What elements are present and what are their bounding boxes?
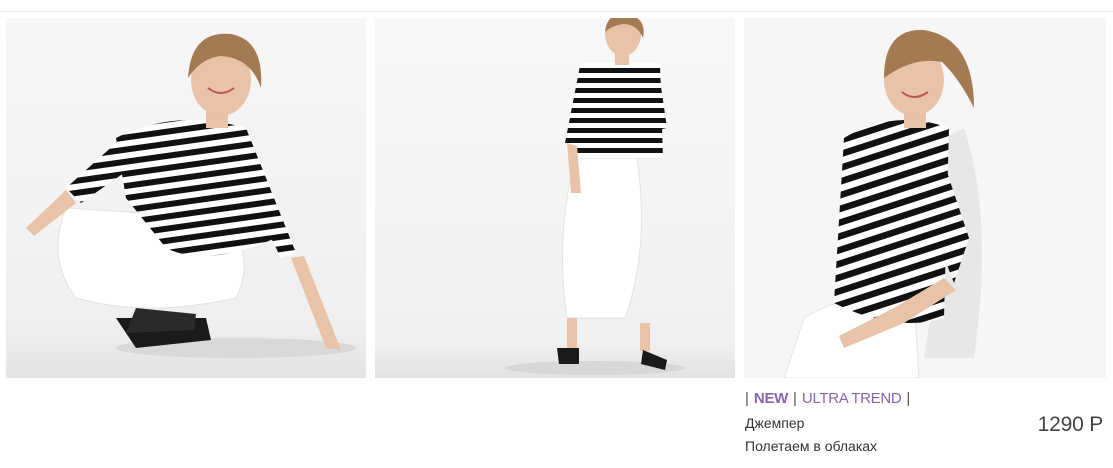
photo-illustration — [744, 18, 1106, 378]
product-info: | NEW | ULTRA TREND | Джемпер Полетаем в… — [745, 388, 1107, 464]
badge-separator: | — [906, 390, 911, 407]
photo-illustration — [375, 18, 735, 378]
badge-separator: | — [793, 390, 797, 407]
photo-illustration — [6, 18, 366, 378]
product-name-link[interactable]: Полетаем в облаках — [745, 436, 877, 456]
badge-new-link[interactable]: NEW — [754, 388, 788, 410]
product-gallery — [0, 0, 1113, 380]
product-photo-half-turn[interactable] — [744, 18, 1106, 378]
product-type: Джемпер — [745, 415, 805, 431]
product-photo-standing[interactable] — [375, 18, 735, 378]
product-badges: | NEW | ULTRA TREND | — [745, 388, 910, 410]
product-price: 1290 Р — [1037, 413, 1104, 436]
badge-ultra-trend-link[interactable]: ULTRA TREND — [802, 388, 902, 410]
product-photo-crouching[interactable] — [6, 18, 366, 378]
badge-separator: | — [745, 390, 749, 407]
